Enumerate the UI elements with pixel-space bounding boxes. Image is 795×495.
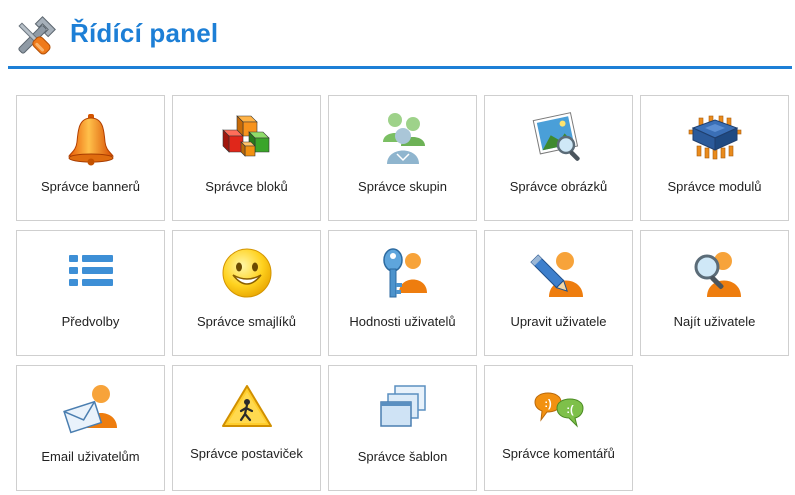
- smiley-icon: [217, 243, 277, 303]
- tile-edit-user[interactable]: Upravit uživatele: [484, 230, 633, 356]
- tile-preferences[interactable]: Předvolby: [16, 230, 165, 356]
- comments-icon: :) :(: [529, 378, 589, 438]
- chip-module-icon: [685, 108, 745, 168]
- tile-comment-manager[interactable]: :) :( Správce komentářů: [484, 365, 633, 491]
- page-header: Řídící panel: [8, 10, 791, 66]
- tile-email-users[interactable]: Email uživatelům: [16, 365, 165, 491]
- header-divider: [8, 66, 792, 69]
- tile-banner-manager[interactable]: Správce bannerů: [16, 95, 165, 221]
- tile-label: Správce bannerů: [40, 179, 140, 194]
- tile-label: Správce bloků: [205, 179, 288, 194]
- tools-icon: [11, 15, 57, 61]
- image-search-icon: [529, 108, 589, 168]
- tile-user-ranks[interactable]: Hodnosti uživatelů: [328, 230, 477, 356]
- tile-label: Správce postaviček: [190, 446, 303, 461]
- tile-group-manager[interactable]: Správce skupin: [328, 95, 477, 221]
- warning-sign-icon: [217, 378, 277, 438]
- tile-label: Správce skupin: [358, 179, 447, 194]
- tile-image-manager[interactable]: Správce obrázků: [484, 95, 633, 221]
- tile-find-user[interactable]: Najít uživatele: [640, 230, 789, 356]
- tile-label: Hodnosti uživatelů: [349, 314, 456, 329]
- tile-label: Správce modulů: [667, 179, 762, 194]
- key-user-icon: [373, 243, 433, 303]
- templates-icon: [373, 378, 433, 438]
- pencil-user-icon: [529, 243, 589, 303]
- tile-label: Najít uživatele: [673, 314, 756, 329]
- tile-block-manager[interactable]: Správce bloků: [172, 95, 321, 221]
- tile-smiley-manager[interactable]: Správce smajlíků: [172, 230, 321, 356]
- tile-label: Upravit uživatele: [510, 314, 607, 329]
- tile-label: Správce smajlíků: [197, 314, 296, 329]
- email-user-icon: [61, 378, 121, 438]
- blocks-icon: [217, 108, 277, 168]
- svg-text::(: :(: [566, 404, 574, 416]
- tile-template-manager[interactable]: Správce šablon: [328, 365, 477, 491]
- tile-label: Správce šablon: [357, 449, 448, 464]
- tile-label: Předvolby: [61, 314, 120, 329]
- tile-character-manager[interactable]: Správce postaviček: [172, 365, 321, 491]
- tile-label: Správce obrázků: [509, 179, 608, 194]
- tile-module-manager[interactable]: Správce modulů: [640, 95, 789, 221]
- search-user-icon: [685, 243, 745, 303]
- svg-text::): :): [544, 398, 552, 410]
- bell-icon: [61, 108, 121, 168]
- users-group-icon: [373, 108, 433, 168]
- tile-label: Správce komentářů: [502, 446, 615, 461]
- list-icon: [61, 243, 121, 303]
- tile-label: Email uživatelům: [41, 449, 140, 464]
- control-panel-grid: Správce bannerů Správce bloků Správce sk…: [16, 95, 792, 493]
- page-title: Řídící panel: [70, 18, 219, 48]
